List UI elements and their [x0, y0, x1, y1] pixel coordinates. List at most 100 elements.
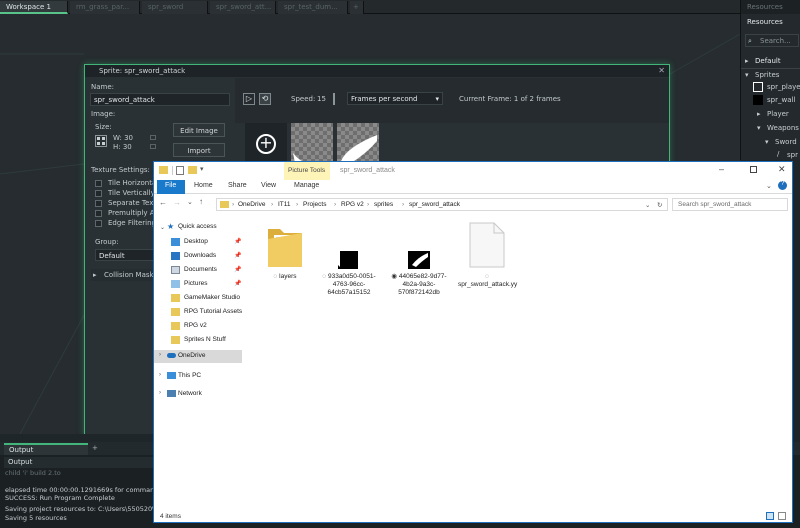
checkbox[interactable]: [95, 200, 102, 207]
output-subtab[interactable]: Output: [4, 457, 154, 468]
import-button[interactable]: Import: [173, 143, 225, 157]
nav-onedrive[interactable]: › OneDrive: [154, 350, 242, 363]
expand-arrow-icon[interactable]: ▸: [745, 57, 749, 65]
nav-this-pc[interactable]: › This PC: [154, 370, 242, 383]
resource-folder[interactable]: Sword: [775, 138, 797, 146]
pin-icon[interactable]: 📌: [234, 252, 241, 259]
nav-folder[interactable]: Sprites N Stuff: [154, 334, 242, 347]
texture-option[interactable]: Premultiply Al: [95, 209, 157, 219]
resource-item[interactable]: spr_player: [767, 83, 800, 91]
lock-icon-2[interactable]: [150, 144, 156, 149]
edit-image-button[interactable]: Edit Image: [173, 123, 225, 137]
lock-icon[interactable]: [150, 135, 156, 140]
breadcrumb[interactable]: RPG v2: [341, 201, 364, 208]
speed-unit-select[interactable]: Frames per second ▾: [347, 92, 443, 105]
nav-pictures[interactable]: Pictures 📌: [154, 278, 242, 291]
details-view-icon[interactable]: [766, 512, 774, 520]
texture-option[interactable]: Tile Vertically: [95, 189, 155, 199]
tab-workspace-1[interactable]: Workspace 1: [0, 1, 68, 14]
tab-view[interactable]: View: [261, 182, 276, 189]
expand-arrow-icon[interactable]: ›: [159, 372, 161, 378]
tab-share[interactable]: Share: [228, 182, 247, 189]
expand-arrow-icon[interactable]: ›: [159, 390, 161, 396]
sprite-name-field[interactable]: spr_sword_attack: [90, 93, 230, 106]
quick-access-toolbar-chevron-icon[interactable]: ▾: [200, 165, 204, 173]
nav-downloads[interactable]: Downloads 📌: [154, 250, 242, 263]
properties-icon[interactable]: [176, 166, 184, 175]
texture-option[interactable]: Tile Horizonta: [95, 179, 156, 189]
recent-locations-icon[interactable]: ⌄: [187, 198, 193, 206]
checkbox[interactable]: [95, 180, 102, 187]
tab-output[interactable]: Output: [4, 443, 88, 455]
add-output-tab-button[interactable]: +: [92, 444, 98, 452]
texture-option[interactable]: Edge Filtering: [95, 219, 156, 229]
pin-icon[interactable]: 📌: [234, 266, 241, 273]
help-icon[interactable]: ?: [778, 181, 787, 190]
tab-spr-sword-attack[interactable]: spr_sword_att...: [210, 1, 276, 14]
tab-spr-sword[interactable]: spr_sword: [142, 1, 208, 14]
nav-documents[interactable]: Documents 📌: [154, 264, 242, 277]
file-item-image[interactable]: ◌ 933a0d50-0051-4763-96cc-64cb57a15152: [320, 221, 378, 296]
resources-tab[interactable]: Resources: [747, 3, 783, 11]
sprites-folder[interactable]: Sprites: [755, 71, 779, 79]
file-tab[interactable]: File: [157, 180, 185, 194]
pin-icon[interactable]: 📌: [234, 280, 241, 287]
group-select[interactable]: Default: [95, 249, 157, 261]
breadcrumb[interactable]: spr_sword_attack: [409, 201, 460, 208]
resource-folder[interactable]: Weapons: [767, 124, 799, 132]
texture-option[interactable]: Separate Text: [95, 199, 156, 209]
breadcrumb[interactable]: Projects: [303, 201, 326, 208]
breadcrumb[interactable]: sprites: [374, 201, 393, 208]
large-icons-view-icon[interactable]: [778, 512, 786, 520]
new-folder-icon[interactable]: [188, 166, 197, 174]
add-tab-button[interactable]: +: [350, 1, 364, 14]
expand-arrow-icon[interactable]: ›: [159, 352, 161, 358]
checkbox[interactable]: [95, 210, 102, 217]
group-default[interactable]: Default: [755, 57, 781, 65]
refresh-icon[interactable]: ↻: [657, 201, 662, 209]
speed-value[interactable]: 15: [317, 95, 326, 103]
nav-folder[interactable]: RPG v2: [154, 320, 242, 333]
nav-network[interactable]: › Network: [154, 388, 242, 401]
nav-quick-access[interactable]: ★ Quick access: [154, 221, 242, 234]
file-item-folder[interactable]: ◌ layers: [258, 221, 312, 295]
ribbon-expand-icon[interactable]: ⌄: [766, 182, 772, 190]
close-icon[interactable]: ✕: [778, 164, 786, 175]
address-bar[interactable]: › OneDrive › IT11 › Projects › RPG v2 › …: [216, 198, 668, 211]
up-arrow-icon[interactable]: ↑: [199, 197, 203, 206]
minimize-icon[interactable]: –: [719, 164, 724, 174]
expand-arrow-icon[interactable]: ▸: [757, 110, 761, 118]
nav-folder[interactable]: RPG Tutorial Assets: [154, 306, 242, 319]
forward-arrow-icon[interactable]: →: [173, 198, 181, 207]
file-item-image[interactable]: ◉ 44065e82-9d77-4b2a-9a3c-570f872142db: [390, 221, 448, 296]
pin-icon[interactable]: 📌: [234, 238, 241, 245]
resource-folder[interactable]: Player: [767, 110, 789, 118]
tab-manage[interactable]: Manage: [294, 182, 319, 189]
expand-arrow-icon[interactable]: ▾: [745, 71, 749, 79]
frame-thumbnail-1[interactable]: [291, 123, 333, 165]
expand-arrow-icon[interactable]: ▾: [765, 138, 769, 146]
resource-item[interactable]: spr: [787, 151, 798, 159]
frame-thumbnail-2[interactable]: [337, 123, 379, 165]
resource-item[interactable]: spr_wall: [767, 96, 795, 104]
maximize-icon[interactable]: [750, 166, 757, 173]
resource-search-box[interactable]: ⌕ Search...: [745, 34, 799, 47]
breadcrumb[interactable]: OneDrive: [238, 201, 265, 208]
loop-icon[interactable]: ⟲: [259, 93, 271, 105]
close-icon[interactable]: ✕: [658, 66, 665, 75]
tab-home[interactable]: Home: [194, 182, 213, 189]
expand-arrow-icon[interactable]: ▾: [757, 124, 761, 132]
address-dropdown-icon[interactable]: ⌄: [645, 201, 650, 209]
tab-rm-grass[interactable]: rm_grass_par...: [70, 1, 140, 14]
breadcrumb[interactable]: IT11: [278, 201, 291, 208]
resize-icon[interactable]: [95, 135, 107, 147]
checkbox[interactable]: [95, 220, 102, 227]
play-icon[interactable]: ▷: [243, 93, 255, 105]
back-arrow-icon[interactable]: ←: [159, 198, 167, 207]
add-frame-button[interactable]: +: [245, 123, 287, 165]
tab-spr-test-dummy[interactable]: spr_test_dum...: [278, 1, 348, 14]
collision-mask-section[interactable]: ▸ Collision Mask: [91, 269, 154, 281]
file-item-document[interactable]: ◌ spr_sword_attack.yy: [458, 221, 517, 295]
nav-desktop[interactable]: Desktop 📌: [154, 236, 242, 249]
nav-folder[interactable]: GameMaker Studio: [154, 292, 242, 305]
